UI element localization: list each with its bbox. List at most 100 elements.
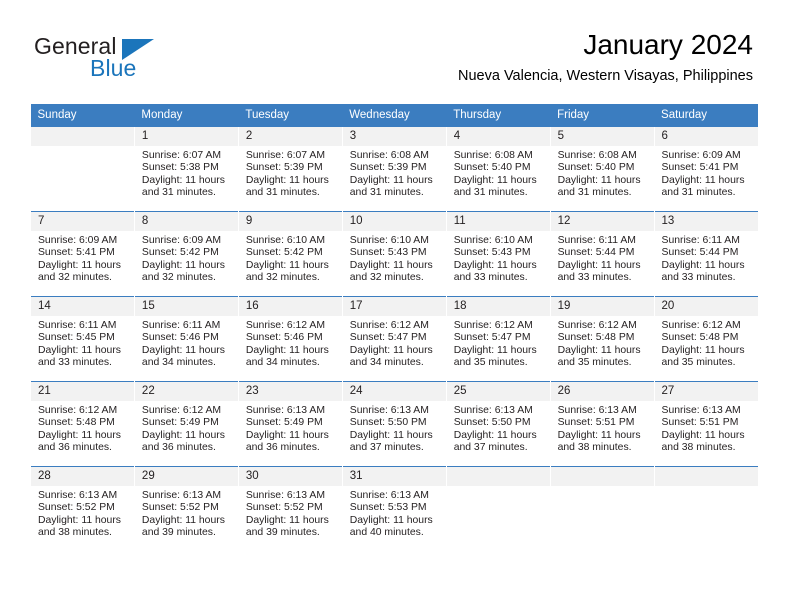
day-detail-lines: Sunrise: 6:09 AM Sunset: 5:42 PM Daylight:… [135,231,238,284]
calendar-day-cell[interactable]: 25 Sunrise: 6:13 AM Sunset: 5:50 PM Dayligh… [445,381,551,467]
day-cell-inner: 25 Sunrise: 6:13 AM Sunset: 5:50 PM Dayligh… [446,382,550,466]
day-detail-lines: Sunrise: 6:13 AM Sunset: 5:52 PM Daylight:… [239,486,342,539]
calendar-day-cell[interactable]: 14 Sunrise: 6:11 AM Sunset: 5:45 PM Dayligh… [30,296,135,382]
calendar-day-cell[interactable]: 19 Sunrise: 6:12 AM Sunset: 5:48 PM Dayligh… [549,296,655,382]
calendar-week-row: 28 Sunrise: 6:13 AM Sunset: 5:52 PM Dayligh… [30,466,758,551]
day-detail-line: Sunrise: 6:08 AM [453,150,533,161]
day-detail-line: Sunset: 5:42 PM [141,247,219,259]
calendar-day-cell[interactable]: 18 Sunrise: 6:12 AM Sunset: 5:47 PM Dayligh… [445,296,551,382]
day-cell-inner [654,467,758,551]
calendar-day-cell[interactable]: 26 Sunrise: 6:13 AM Sunset: 5:51 PM Dayligh… [549,381,655,467]
day-number: 16 [238,297,342,316]
day-detail-line: Sunrise: 6:11 AM [557,235,636,246]
calendar-day-cell[interactable]: 3 Sunrise: 6:08 AM Sunset: 5:39 PM Daylight… [341,126,447,212]
day-detail-lines: Sunrise: 6:13 AM Sunset: 5:51 PM Daylight:… [655,401,758,454]
day-detail-lines [551,486,654,490]
day-cell-inner [446,467,550,551]
calendar-day-cell[interactable]: 7 Sunrise: 6:09 AM Sunset: 5:41 PM Daylight… [30,211,135,297]
day-cell-inner: 24 Sunrise: 6:13 AM Sunset: 5:50 PM Dayligh… [342,382,446,466]
day-detail-line: Sunrise: 6:12 AM [141,405,222,416]
day-number: 1 [134,127,238,146]
calendar-week-row: 21 Sunrise: 6:12 AM Sunset: 5:48 PM Dayligh… [30,381,758,467]
calendar-day-cell[interactable]: 12 Sunrise: 6:11 AM Sunset: 5:44 PM Dayligh… [549,211,655,297]
day-number: 30 [238,467,342,486]
weekday-header-tuesday: Tuesday [238,104,343,127]
day-detail-lines: Sunrise: 6:11 AM Sunset: 5:46 PM Daylight:… [135,316,238,369]
calendar-week-row: 7 Sunrise: 6:09 AM Sunset: 5:41 PM Daylight… [30,211,758,297]
day-detail-line: and 33 minutes. [661,271,736,283]
title-block: January 2024 Nueva Valencia, Western Vis… [458,28,753,85]
calendar-day-cell[interactable]: 16 Sunrise: 6:12 AM Sunset: 5:46 PM Dayligh… [237,296,343,382]
day-number: 2 [238,127,342,146]
day-cell-inner: 6 Sunrise: 6:09 AM Sunset: 5:41 PM Daylight… [654,127,758,211]
calendar-header-row: Sunday Monday Tuesday Wednesday Thursday Frid… [30,104,758,127]
day-number: 23 [238,382,342,401]
calendar-day-cell[interactable]: 22 Sunrise: 6:12 AM Sunset: 5:49 PM Dayligh… [133,381,239,467]
day-detail-line: and 33 minutes. [453,271,528,283]
day-number [446,467,550,486]
calendar-day-cell[interactable]: 17 Sunrise: 6:12 AM Sunset: 5:47 PM Dayligh… [341,296,447,382]
calendar-day-cell[interactable]: 23 Sunrise: 6:13 AM Sunset: 5:49 PM Dayligh… [237,381,343,467]
day-cell-inner: 22 Sunrise: 6:12 AM Sunset: 5:49 PM Dayligh… [134,382,238,466]
calendar-empty-cell [30,126,135,212]
day-detail-line: Sunset: 5:43 PM [349,247,427,259]
calendar-day-cell[interactable]: 13 Sunrise: 6:11 AM Sunset: 5:44 PM Dayligh… [653,211,758,297]
calendar-day-cell[interactable]: 6 Sunrise: 6:09 AM Sunset: 5:41 PM Daylight… [653,126,758,212]
day-detail-line: and 36 minutes. [245,441,320,453]
calendar-day-cell[interactable]: 9 Sunrise: 6:10 AM Sunset: 5:42 PM Daylight… [237,211,343,297]
day-number: 12 [550,212,654,231]
day-detail-line: Sunset: 5:48 PM [661,332,739,344]
day-cell-inner: 4 Sunrise: 6:08 AM Sunset: 5:40 PM Daylight… [446,127,550,211]
day-detail-line: Sunset: 5:51 PM [661,417,739,429]
calendar-day-cell[interactable]: 21 Sunrise: 6:12 AM Sunset: 5:48 PM Dayligh… [30,381,135,467]
calendar-day-cell[interactable]: 10 Sunrise: 6:10 AM Sunset: 5:43 PM Dayligh… [341,211,447,297]
day-cell-inner: 16 Sunrise: 6:12 AM Sunset: 5:46 PM Dayligh… [238,297,342,381]
page-subtitle: Nueva Valencia, Western Visayas, Philipp… [458,68,753,84]
day-detail-line: and 31 minutes. [557,186,632,198]
calendar-table: Sunday Monday Tuesday Wednesday Thursday Frid… [30,104,758,551]
calendar-day-cell[interactable]: 8 Sunrise: 6:09 AM Sunset: 5:42 PM Daylight… [133,211,239,297]
day-number: 4 [446,127,550,146]
calendar-day-cell[interactable]: 27 Sunrise: 6:13 AM Sunset: 5:51 PM Dayligh… [653,381,758,467]
day-cell-inner: 17 Sunrise: 6:12 AM Sunset: 5:47 PM Dayligh… [342,297,446,381]
day-detail-line: and 32 minutes. [349,271,424,283]
day-detail-line: Sunrise: 6:13 AM [557,405,637,416]
calendar-day-cell[interactable]: 11 Sunrise: 6:10 AM Sunset: 5:43 PM Dayligh… [445,211,551,297]
calendar-day-cell[interactable]: 28 Sunrise: 6:13 AM Sunset: 5:52 PM Dayligh… [30,466,135,551]
day-cell-inner: 29 Sunrise: 6:13 AM Sunset: 5:52 PM Dayligh… [134,467,238,551]
day-detail-line: Sunrise: 6:12 AM [38,405,118,416]
day-detail-line: Daylight: 11 hours [349,429,433,441]
calendar-day-cell[interactable]: 24 Sunrise: 6:13 AM Sunset: 5:50 PM Dayligh… [341,381,447,467]
calendar-day-cell[interactable]: 30 Sunrise: 6:13 AM Sunset: 5:52 PM Dayligh… [237,466,343,551]
calendar-day-cell[interactable]: 29 Sunrise: 6:13 AM Sunset: 5:52 PM Dayligh… [133,466,239,551]
day-detail-lines: Sunrise: 6:10 AM Sunset: 5:42 PM Daylight:… [239,231,342,284]
day-number: 27 [654,382,758,401]
day-cell-inner: 11 Sunrise: 6:10 AM Sunset: 5:43 PM Dayligh… [446,212,550,296]
weekday-header-monday: Monday [134,104,239,127]
calendar-week-row: 1 Sunrise: 6:07 AM Sunset: 5:38 PM Daylight… [30,126,758,212]
day-detail-line: Daylight: 11 hours [38,259,121,271]
calendar-day-cell[interactable]: 31 Sunrise: 6:13 AM Sunset: 5:53 PM Dayligh… [341,466,447,551]
day-detail-line: Sunset: 5:52 PM [38,502,115,514]
calendar-day-cell[interactable]: 1 Sunrise: 6:07 AM Sunset: 5:38 PM Daylight… [133,126,239,212]
day-cell-inner: 1 Sunrise: 6:07 AM Sunset: 5:38 PM Daylight… [134,127,238,211]
day-detail-line: Sunrise: 6:10 AM [453,235,533,246]
calendar-day-cell[interactable]: 5 Sunrise: 6:08 AM Sunset: 5:40 PM Daylight… [549,126,655,212]
day-number: 28 [31,467,134,486]
calendar-day-cell[interactable]: 4 Sunrise: 6:08 AM Sunset: 5:40 PM Daylight… [445,126,551,212]
calendar-day-cell[interactable]: 20 Sunrise: 6:12 AM Sunset: 5:48 PM Dayligh… [653,296,758,382]
day-detail-line: Daylight: 11 hours [349,174,433,186]
day-detail-line: Daylight: 11 hours [349,344,433,356]
day-detail-line: Sunset: 5:41 PM [661,162,739,174]
calendar-day-cell[interactable]: 2 Sunrise: 6:07 AM Sunset: 5:39 PM Daylight… [237,126,343,212]
day-cell-inner: 8 Sunrise: 6:09 AM Sunset: 5:42 PM Daylight… [134,212,238,296]
day-number: 21 [31,382,134,401]
calendar-empty-cell [445,466,551,551]
day-number: 7 [31,212,134,231]
day-detail-line: Daylight: 11 hours [661,429,745,441]
general-blue-logo[interactable]: General Blue [34,33,244,85]
calendar-day-cell[interactable]: 15 Sunrise: 6:11 AM Sunset: 5:46 PM Dayligh… [133,296,239,382]
day-detail-line: Sunset: 5:40 PM [453,162,531,174]
day-detail-lines: Sunrise: 6:11 AM Sunset: 5:45 PM Daylight:… [31,316,134,369]
day-detail-lines: Sunrise: 6:12 AM Sunset: 5:48 PM Daylight:… [551,316,654,369]
